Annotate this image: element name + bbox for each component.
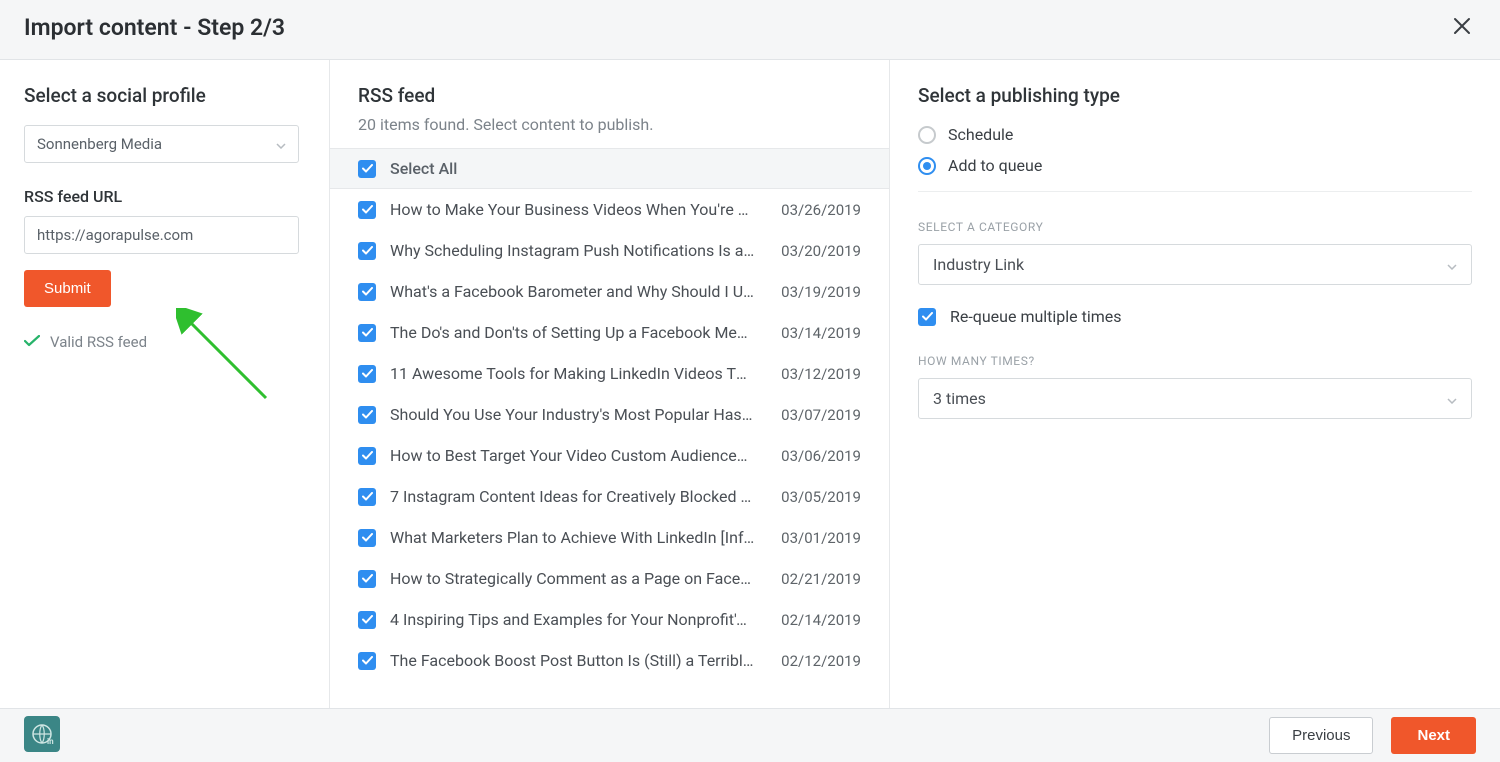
- feed-item-checkbox[interactable]: [358, 406, 376, 424]
- feed-item-title: The Facebook Boost Post Button Is (Still…: [390, 651, 755, 670]
- feed-item-date: 02/14/2019: [769, 611, 861, 629]
- times-label: HOW MANY TIMES?: [918, 354, 1472, 368]
- feed-item-title: Should You Use Your Industry's Most Popu…: [390, 405, 755, 424]
- radio-queue-label: Add to queue: [948, 156, 1042, 175]
- requeue-label: Re-queue multiple times: [950, 307, 1122, 326]
- feed-item-title: 4 Inspiring Tips and Examples for Your N…: [390, 610, 755, 629]
- rss-url-input[interactable]: https://agorapulse.com: [24, 216, 299, 254]
- feed-item-date: 03/19/2019: [769, 283, 861, 301]
- feed-item-checkbox[interactable]: [358, 324, 376, 342]
- feed-item-date: 03/01/2019: [769, 529, 861, 547]
- times-select[interactable]: 3 times: [918, 378, 1472, 419]
- feed-item[interactable]: 11 Awesome Tools for Making LinkedIn Vid…: [330, 353, 889, 394]
- feed-item[interactable]: How to Best Target Your Video Custom Aud…: [330, 435, 889, 476]
- feed-item[interactable]: Should You Use Your Industry's Most Popu…: [330, 394, 889, 435]
- left-panel: Select a social profile Sonnenberg Media…: [0, 60, 330, 710]
- svg-text:in: in: [47, 737, 54, 746]
- feed-item-checkbox[interactable]: [358, 283, 376, 301]
- close-icon[interactable]: [1452, 16, 1472, 40]
- rss-feed-title: RSS feed: [358, 84, 861, 107]
- radio-schedule[interactable]: Schedule: [918, 125, 1472, 144]
- feed-item-title: Why Scheduling Instagram Push Notificati…: [390, 241, 755, 260]
- feed-list[interactable]: How to Make Your Business Videos When Yo…: [330, 189, 889, 710]
- feed-item[interactable]: 4 Inspiring Tips and Examples for Your N…: [330, 599, 889, 640]
- previous-button[interactable]: Previous: [1269, 717, 1373, 754]
- feed-item-date: 03/06/2019: [769, 447, 861, 465]
- next-button[interactable]: Next: [1391, 717, 1476, 754]
- feed-item[interactable]: What Marketers Plan to Achieve With Link…: [330, 517, 889, 558]
- feed-item-checkbox[interactable]: [358, 447, 376, 465]
- feed-item-date: 03/12/2019: [769, 365, 861, 383]
- feed-item-date: 02/21/2019: [769, 570, 861, 588]
- feed-item-date: 03/14/2019: [769, 324, 861, 342]
- valid-feed-status: Valid RSS feed: [24, 333, 305, 351]
- feed-item-checkbox[interactable]: [358, 365, 376, 383]
- feed-item-checkbox[interactable]: [358, 242, 376, 260]
- right-panel: Select a publishing type Schedule Add to…: [890, 60, 1500, 710]
- feed-item-date: 03/05/2019: [769, 488, 861, 506]
- feed-item-title: 11 Awesome Tools for Making LinkedIn Vid…: [390, 364, 755, 383]
- times-value: 3 times: [933, 389, 986, 408]
- feed-item-checkbox[interactable]: [358, 611, 376, 629]
- feed-item-date: 02/12/2019: [769, 652, 861, 670]
- feed-item-date: 03/20/2019: [769, 242, 861, 260]
- feed-item-checkbox[interactable]: [358, 201, 376, 219]
- feed-item[interactable]: The Do's and Don'ts of Setting Up a Face…: [330, 312, 889, 353]
- requeue-checkbox[interactable]: [918, 308, 936, 326]
- feed-item[interactable]: Why Scheduling Instagram Push Notificati…: [330, 230, 889, 271]
- dialog-title: Import content - Step 2/3: [24, 14, 285, 41]
- radio-icon: [918, 126, 936, 144]
- radio-icon: [918, 157, 936, 175]
- category-value: Industry Link: [933, 255, 1024, 274]
- feed-item[interactable]: 7 Instagram Content Ideas for Creatively…: [330, 476, 889, 517]
- rss-url-label: RSS feed URL: [24, 187, 305, 206]
- publishing-type-title: Select a publishing type: [918, 84, 1472, 107]
- radio-schedule-label: Schedule: [948, 125, 1013, 144]
- submit-button[interactable]: Submit: [24, 270, 111, 307]
- feed-item-title: What Marketers Plan to Achieve With Link…: [390, 528, 755, 547]
- valid-feed-text: Valid RSS feed: [50, 333, 147, 351]
- feed-item[interactable]: How to Strategically Comment as a Page o…: [330, 558, 889, 599]
- feed-item[interactable]: How to Make Your Business Videos When Yo…: [330, 189, 889, 230]
- check-icon: [24, 333, 40, 351]
- linkedin-icon[interactable]: in: [24, 716, 60, 752]
- select-all-row[interactable]: Select All: [330, 148, 889, 189]
- dialog-header: Import content - Step 2/3: [0, 0, 1500, 60]
- category-label: SELECT A CATEGORY: [918, 220, 1472, 234]
- feed-item-title: How to Make Your Business Videos When Yo…: [390, 200, 755, 219]
- rss-feed-subtitle: 20 items found. Select content to publis…: [358, 115, 861, 134]
- feed-item-title: How to Strategically Comment as a Page o…: [390, 569, 755, 588]
- feed-item[interactable]: What's a Facebook Barometer and Why Shou…: [330, 271, 889, 312]
- requeue-checkbox-row[interactable]: Re-queue multiple times: [918, 307, 1472, 326]
- feed-item-date: 03/26/2019: [769, 201, 861, 219]
- feed-item-title: What's a Facebook Barometer and Why Shou…: [390, 282, 755, 301]
- middle-panel: RSS feed 20 items found. Select content …: [330, 60, 890, 710]
- chevron-down-icon: [276, 135, 286, 153]
- dialog-footer: in Previous Next: [0, 708, 1500, 762]
- feed-item-date: 03/07/2019: [769, 406, 861, 424]
- profile-select-value: Sonnenberg Media: [37, 135, 162, 153]
- feed-item-title: 7 Instagram Content Ideas for Creatively…: [390, 487, 755, 506]
- feed-item-title: How to Best Target Your Video Custom Aud…: [390, 446, 755, 465]
- rss-url-value: https://agorapulse.com: [37, 226, 193, 244]
- radio-add-to-queue[interactable]: Add to queue: [918, 156, 1472, 175]
- category-select[interactable]: Industry Link: [918, 244, 1472, 285]
- chevron-down-icon: [1447, 389, 1457, 408]
- feed-item-checkbox[interactable]: [358, 488, 376, 506]
- feed-item[interactable]: The Facebook Boost Post Button Is (Still…: [330, 640, 889, 681]
- select-all-label: Select All: [390, 159, 457, 178]
- chevron-down-icon: [1447, 255, 1457, 274]
- feed-item-title: The Do's and Don'ts of Setting Up a Face…: [390, 323, 755, 342]
- feed-item-checkbox[interactable]: [358, 652, 376, 670]
- select-all-checkbox[interactable]: [358, 160, 376, 178]
- profile-select[interactable]: Sonnenberg Media: [24, 125, 299, 163]
- annotation-arrow: [176, 308, 286, 408]
- profile-section-title: Select a social profile: [24, 84, 305, 107]
- feed-item-checkbox[interactable]: [358, 570, 376, 588]
- feed-item-checkbox[interactable]: [358, 529, 376, 547]
